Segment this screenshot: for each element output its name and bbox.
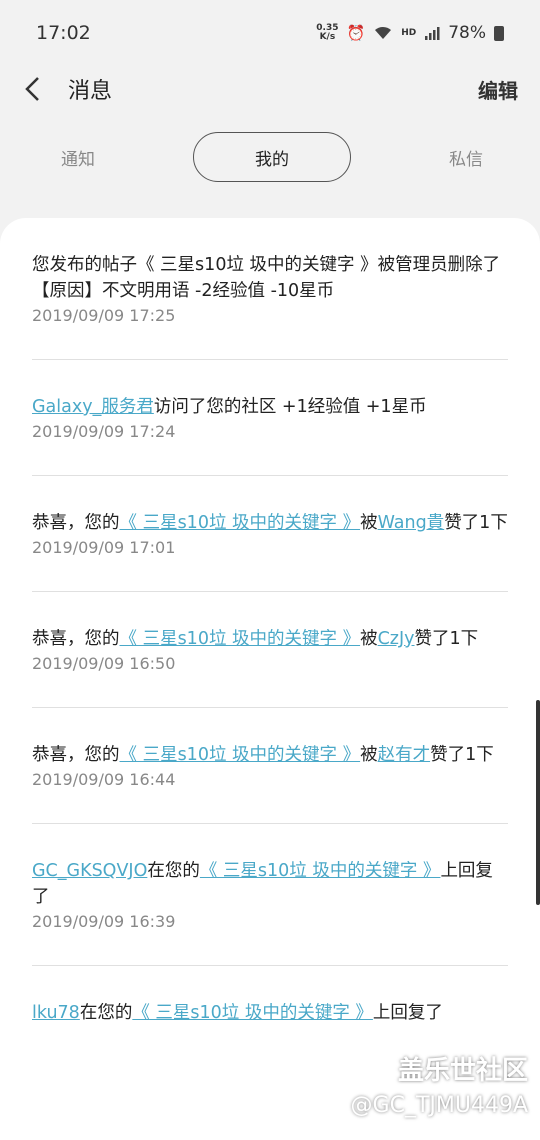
list-item[interactable]: GC_GKSQVJO在您的《 三星s10垃 圾中的关键字 》上回复了 2019/… (32, 824, 508, 966)
tab-bar: 通知 我的 私信 (0, 122, 540, 192)
message-text: 您发布的帖子《 三星s10垃 圾中的关键字 》被管理员删除了 【原因】不文明用语… (32, 255, 501, 301)
user-link[interactable]: Galaxy_服务君 (32, 397, 154, 417)
message-text: 恭喜，您的《 三星s10垃 圾中的关键字 》被赵有才赞了1下 (32, 745, 494, 765)
battery-percent: 78% (448, 23, 486, 43)
list-item[interactable]: 恭喜，您的《 三星s10垃 圾中的关键字 》被赵有才赞了1下 2019/09/0… (32, 708, 508, 824)
message-time: 2019/09/09 16:39 (32, 912, 176, 931)
message-text: GC_GKSQVJO在您的《 三星s10垃 圾中的关键字 》上回复了 (32, 861, 493, 907)
message-time: 2019/09/09 17:24 (32, 422, 176, 441)
signal-icon (425, 27, 440, 40)
user-link[interactable]: lku78 (32, 1003, 80, 1023)
tab-mine[interactable]: 我的 (193, 132, 351, 182)
message-text: Galaxy_服务君访问了您的社区 +1经验值 +1星币 (32, 397, 427, 417)
user-link[interactable]: 赵有才 (378, 745, 431, 765)
status-bar: 17:02 0.35 K/s ⏰ HD 78% (0, 0, 540, 66)
message-time: 2019/09/09 16:50 (32, 654, 176, 673)
back-arrow-icon[interactable] (20, 76, 46, 102)
scrollbar[interactable] (536, 700, 540, 905)
post-link[interactable]: 《 三星s10垃 圾中的关键字 》 (120, 629, 361, 649)
alarm-icon: ⏰ (346, 24, 366, 42)
header: 消息 编辑 (0, 66, 540, 112)
message-time: 2019/09/09 17:01 (32, 538, 176, 557)
message-list: 您发布的帖子《 三星s10垃 圾中的关键字 》被管理员删除了 【原因】不文明用语… (0, 218, 540, 1140)
status-icons: 0.35 K/s ⏰ HD 78% (316, 23, 504, 43)
watermark-user: @GC_TJMU449A (350, 1093, 528, 1118)
hd-label: HD (401, 28, 417, 38)
post-link[interactable]: 《 三星s10垃 圾中的关键字 》 (200, 861, 441, 881)
tab-notifications[interactable]: 通知 (38, 145, 118, 170)
status-time: 17:02 (36, 22, 91, 44)
message-time: 2019/09/09 17:25 (32, 306, 176, 325)
post-link[interactable]: 《 三星s10垃 圾中的关键字 》 (132, 1003, 373, 1023)
edit-button[interactable]: 编辑 (478, 75, 518, 104)
list-item[interactable]: 恭喜，您的《 三星s10垃 圾中的关键字 》被CzJy赞了1下 2019/09/… (32, 592, 508, 708)
post-link[interactable]: 《 三星s10垃 圾中的关键字 》 (120, 745, 361, 765)
message-text: 恭喜，您的《 三星s10垃 圾中的关键字 》被CzJy赞了1下 (32, 629, 479, 649)
watermark-logo: 盖乐世社区 (397, 1056, 528, 1086)
user-link[interactable]: CzJy (378, 629, 415, 649)
list-item[interactable]: Galaxy_服务君访问了您的社区 +1经验值 +1星币 2019/09/09 … (32, 360, 508, 476)
net-speed: 0.35 K/s (316, 23, 339, 42)
list-item[interactable]: lku78在您的《 三星s10垃 圾中的关键字 》上回复了 (32, 966, 508, 1060)
tab-private-messages[interactable]: 私信 (426, 145, 506, 170)
list-item[interactable]: 您发布的帖子《 三星s10垃 圾中的关键字 》被管理员删除了 【原因】不文明用语… (32, 218, 508, 360)
user-link[interactable]: Wang貴 (378, 513, 445, 533)
battery-icon (494, 25, 504, 41)
page-title: 消息 (68, 79, 113, 104)
wifi-icon (375, 26, 392, 39)
list-item[interactable]: 恭喜，您的《 三星s10垃 圾中的关键字 》被Wang貴赞了1下 2019/09… (32, 476, 508, 592)
message-text: lku78在您的《 三星s10垃 圾中的关键字 》上回复了 (32, 1003, 443, 1023)
message-time: 2019/09/09 16:44 (32, 770, 176, 789)
message-text: 恭喜，您的《 三星s10垃 圾中的关键字 》被Wang貴赞了1下 (32, 513, 508, 533)
user-link[interactable]: GC_GKSQVJO (32, 861, 147, 881)
post-link[interactable]: 《 三星s10垃 圾中的关键字 》 (120, 513, 361, 533)
